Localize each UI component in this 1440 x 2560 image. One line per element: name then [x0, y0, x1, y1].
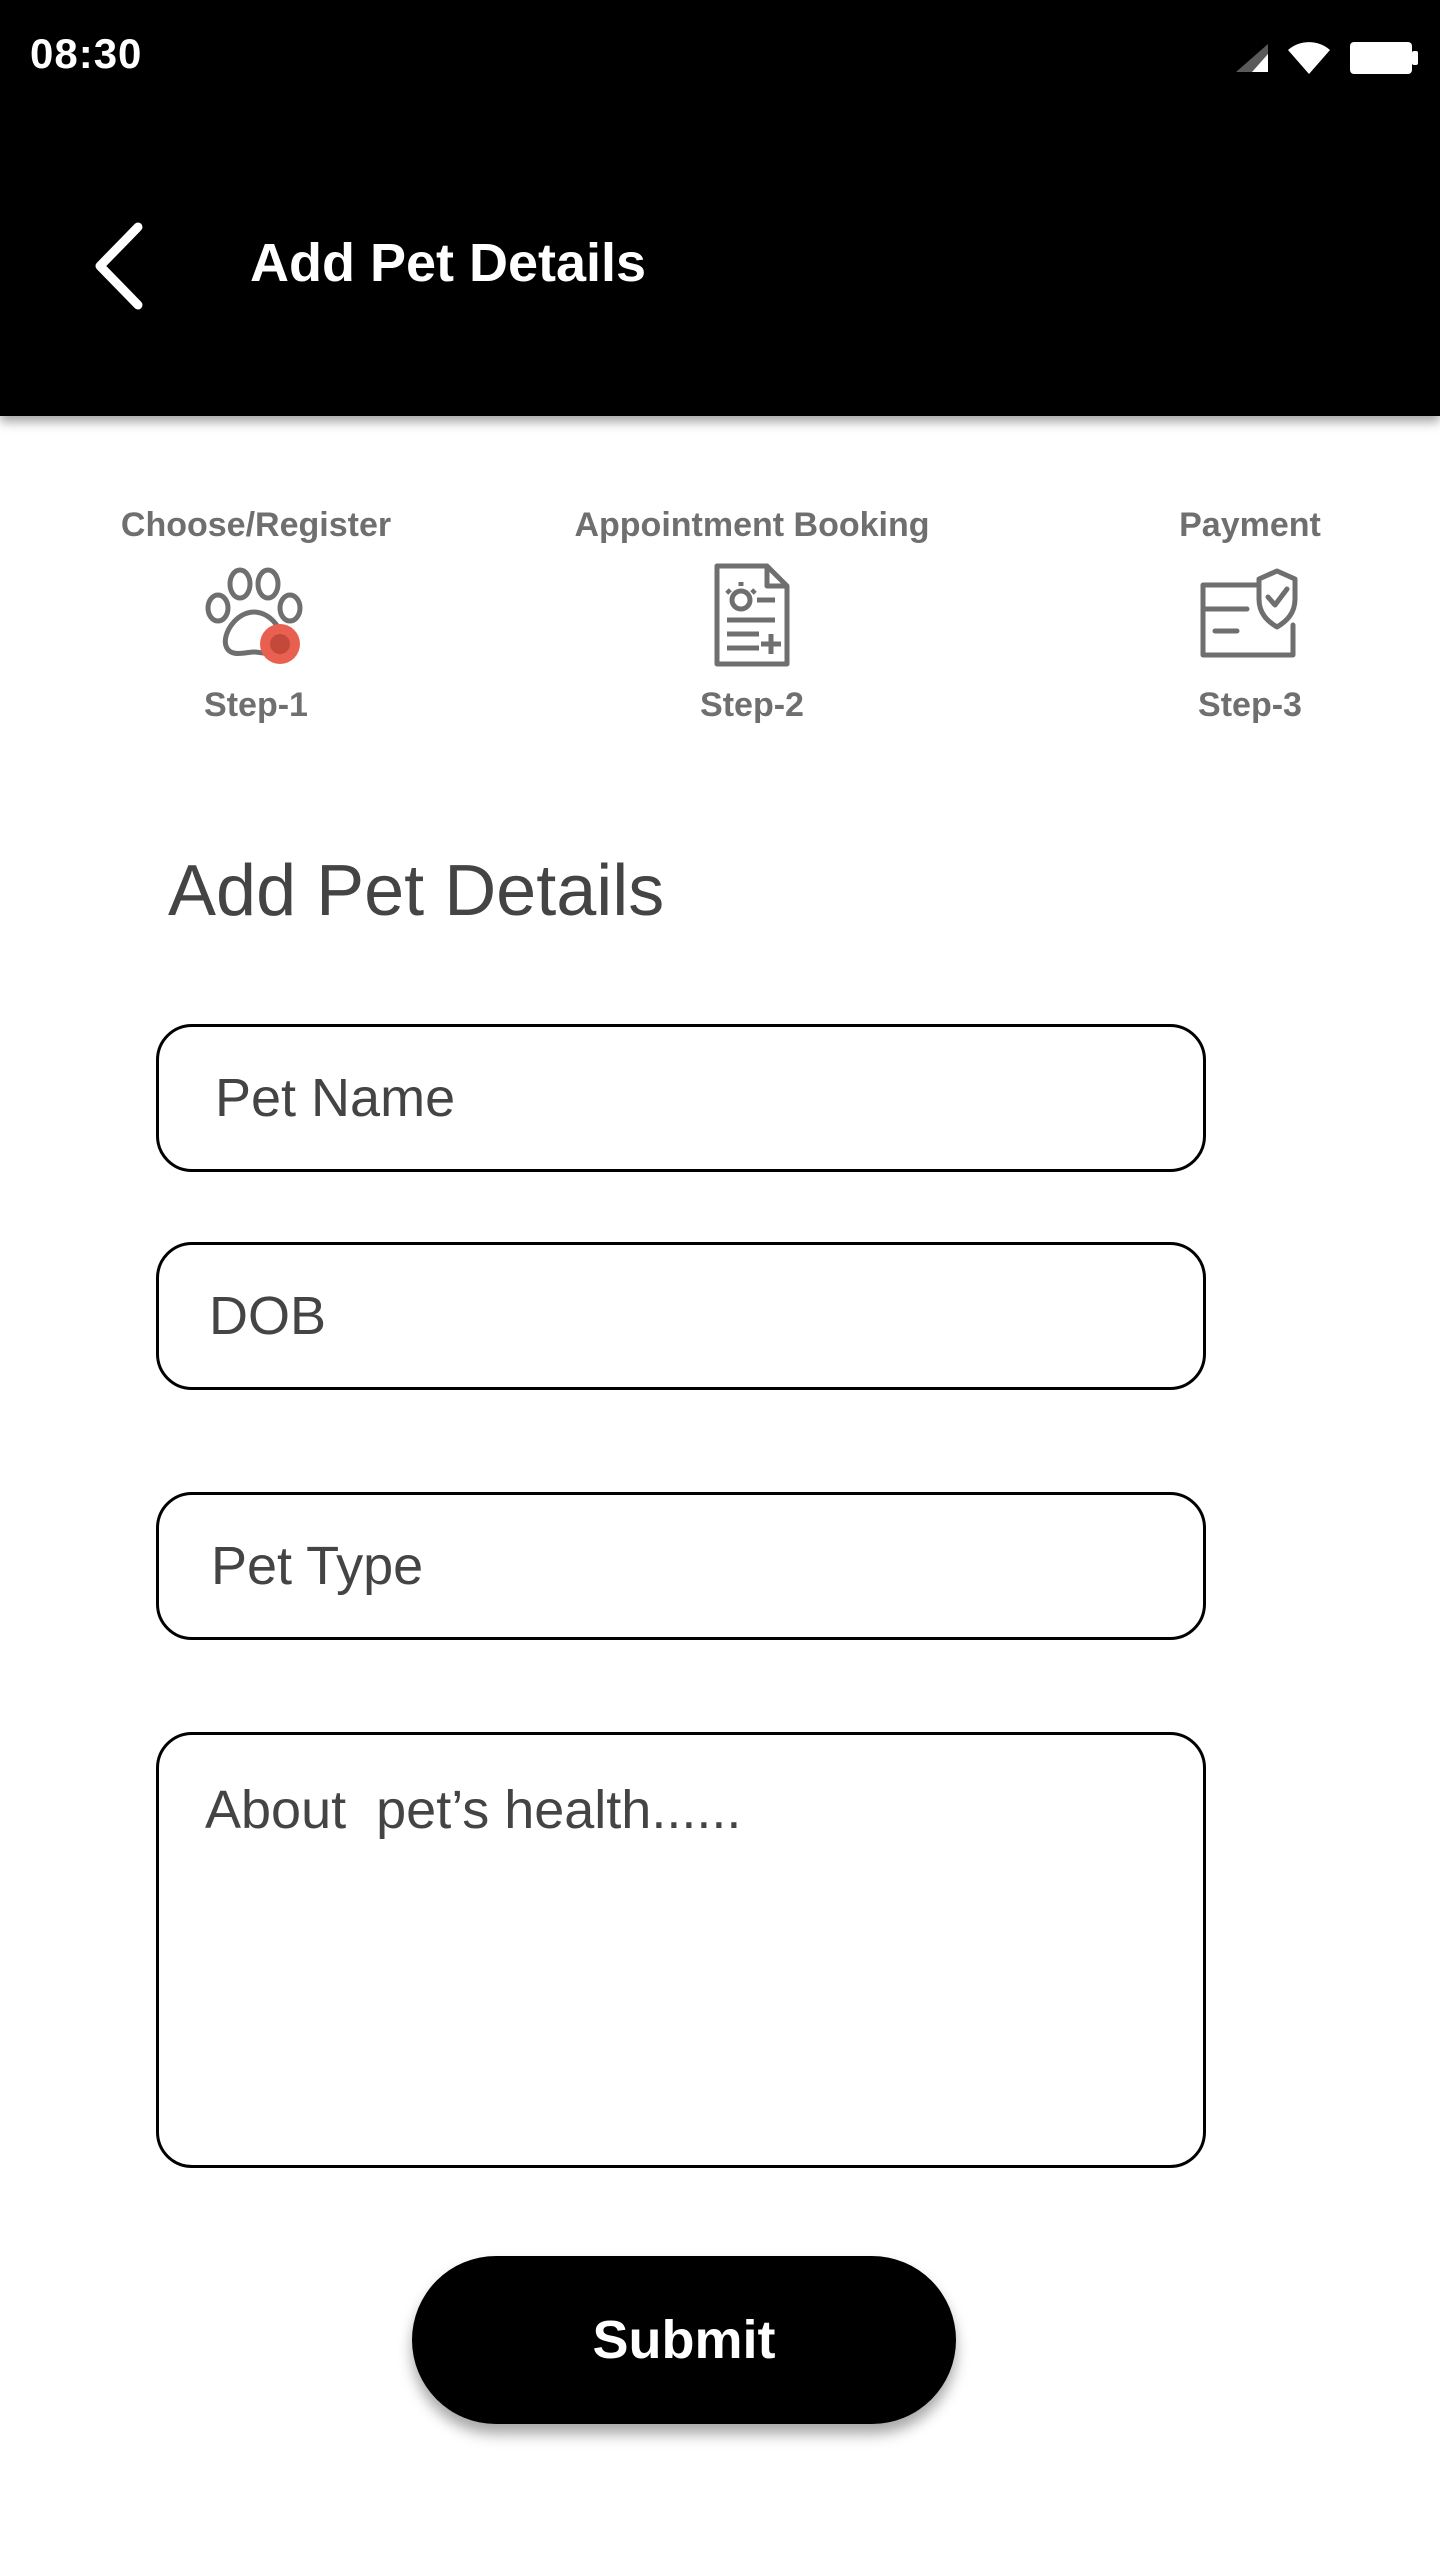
step-title: Appointment Booking	[574, 506, 930, 544]
app-bar-title: Add Pet Details	[250, 233, 647, 293]
pet-name-input[interactable]	[156, 1024, 1206, 1172]
dob-input[interactable]	[156, 1242, 1206, 1390]
step-label: Step-3	[1198, 686, 1302, 724]
stepper: Choose/Register Step-1 Appointment Booki…	[0, 500, 1440, 780]
step-title: Payment	[1179, 506, 1321, 544]
step-3[interactable]: Payment Step-3	[1040, 500, 1440, 730]
pet-health-textarea[interactable]	[156, 1732, 1206, 2168]
screen: 08:30 Add Pet Details Choose/Register St…	[0, 0, 1440, 2560]
battery-icon	[1350, 42, 1418, 74]
paw-icon	[46, 550, 466, 680]
back-button[interactable]	[80, 216, 160, 316]
form-title: Add Pet Details	[168, 851, 665, 931]
status-icons	[1234, 38, 1420, 78]
submit-button[interactable]: Submit	[412, 2256, 956, 2424]
app-bar: Add Pet Details	[0, 120, 1440, 416]
wifi-icon	[1288, 42, 1330, 74]
step-label: Step-1	[204, 686, 308, 724]
signal-icon	[1236, 44, 1268, 72]
status-bar: 08:30	[0, 0, 1440, 120]
step-2[interactable]: Appointment Booking Step-2	[542, 500, 962, 730]
step-1[interactable]: Choose/Register Step-1	[46, 500, 466, 730]
pet-type-input[interactable]	[156, 1492, 1206, 1640]
chevron-left-icon	[95, 222, 143, 310]
status-time: 08:30	[30, 30, 143, 77]
payment-shield-icon	[1040, 550, 1440, 680]
step-label: Step-2	[700, 686, 804, 724]
document-icon	[542, 550, 962, 680]
step-title: Choose/Register	[120, 506, 392, 544]
